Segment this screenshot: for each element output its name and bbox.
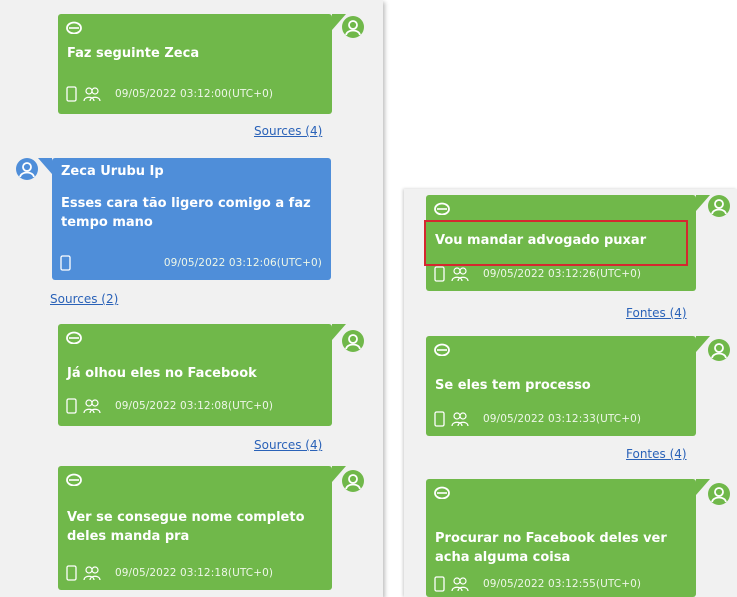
message-text: Se eles tem processo — [435, 378, 591, 393]
phone-icon — [434, 266, 445, 282]
app-icon — [434, 202, 450, 215]
phone-icon — [66, 565, 77, 581]
user-avatar-icon — [708, 483, 730, 505]
group-icon — [83, 399, 101, 414]
app-icon — [434, 343, 450, 356]
app-icon — [66, 21, 82, 34]
phone-icon — [434, 411, 445, 427]
phone-icon — [66, 86, 77, 102]
sources-link[interactable]: Fontes (4) — [626, 306, 687, 320]
chat-panel-left: Faz seguinte Zeca 09/05/2022 03:12:00(UT… — [0, 0, 383, 597]
sources-link[interactable]: Fontes (4) — [626, 447, 687, 461]
sources-link[interactable]: Sources (4) — [254, 124, 322, 138]
group-icon — [451, 412, 469, 427]
sources-link[interactable]: Sources (2) — [50, 292, 118, 306]
group-icon — [451, 577, 469, 592]
message-bubble-outgoing[interactable]: Procurar no Facebook deles ver acha algu… — [426, 479, 710, 597]
message-bubble-outgoing[interactable]: Faz seguinte Zeca 09/05/2022 03:12:00(UT… — [58, 14, 346, 114]
message-timestamp: 09/05/2022 03:12:55(UTC+0) — [483, 578, 642, 590]
user-avatar-icon — [708, 195, 730, 217]
user-avatar-icon — [342, 470, 364, 492]
message-timestamp: 09/05/2022 03:12:06(UTC+0) — [163, 257, 322, 269]
message-bubble-incoming[interactable]: Zeca Urubu Ip Esses cara tão ligero comi… — [38, 158, 331, 280]
phone-icon — [66, 398, 77, 414]
message-text: Ver se consegue nome completo deles mand… — [67, 510, 305, 544]
message-bubble-outgoing[interactable]: Já olhou eles no Facebook 09/05/2022 03:… — [58, 324, 346, 426]
highlight-box — [424, 220, 688, 266]
phone-icon — [434, 576, 445, 592]
group-icon — [83, 87, 101, 102]
message-timestamp: 09/05/2022 03:12:08(UTC+0) — [115, 400, 274, 412]
user-avatar-icon — [342, 330, 364, 352]
message-timestamp: 09/05/2022 03:12:18(UTC+0) — [115, 567, 274, 579]
sources-link[interactable]: Sources (4) — [254, 438, 322, 452]
message-timestamp: 09/05/2022 03:12:00(UTC+0) — [115, 88, 274, 100]
contact-name: Zeca Urubu Ip — [61, 164, 164, 179]
user-avatar-icon — [708, 339, 730, 361]
app-icon — [66, 473, 82, 486]
group-icon — [83, 566, 101, 581]
user-avatar-icon — [342, 16, 364, 38]
group-icon — [451, 267, 469, 282]
message-bubble-outgoing[interactable]: Ver se consegue nome completo deles mand… — [58, 466, 346, 590]
message-text: Procurar no Facebook deles ver acha algu… — [435, 531, 667, 565]
chat-panel-right: Vou mandar advogado puxar 09/05/2022 03:… — [404, 189, 737, 597]
app-icon — [434, 486, 450, 499]
message-timestamp: 09/05/2022 03:12:33(UTC+0) — [483, 413, 642, 425]
app-icon — [66, 331, 82, 344]
message-text: Já olhou eles no Facebook — [67, 366, 257, 381]
user-avatar-icon — [16, 158, 38, 180]
message-text: Esses cara tão ligero comigo a faz tempo… — [61, 196, 311, 230]
message-timestamp: 09/05/2022 03:12:26(UTC+0) — [483, 268, 642, 280]
message-bubble-outgoing[interactable]: Se eles tem processo 09/05/2022 03:12:33… — [426, 336, 710, 436]
phone-icon — [60, 255, 71, 271]
message-text: Faz seguinte Zeca — [67, 46, 200, 61]
